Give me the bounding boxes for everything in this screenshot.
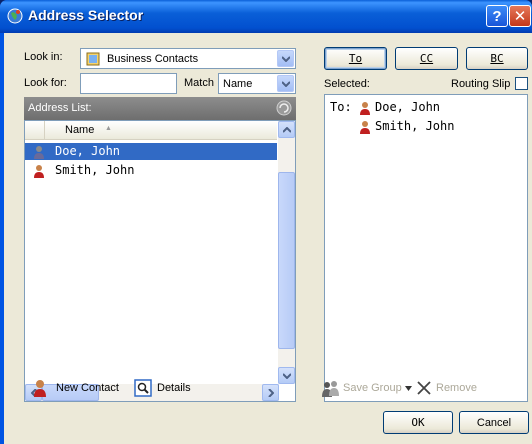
- chevron-down-icon[interactable]: [277, 50, 294, 67]
- scroll-up-icon[interactable]: [278, 121, 295, 138]
- cc-button[interactable]: CC: [395, 47, 458, 70]
- bc-button[interactable]: BC: [466, 47, 528, 70]
- address-book-icon: [86, 52, 100, 66]
- look-in-combo[interactable]: Business Contacts: [80, 48, 296, 69]
- selected-label: Selected:: [324, 78, 370, 90]
- selected-recipient[interactable]: Smith, John: [375, 119, 454, 133]
- contact-person-icon[interactable]: [33, 379, 47, 397]
- look-for-input[interactable]: [80, 73, 177, 94]
- save-group-button[interactable]: Save Group: [343, 382, 402, 394]
- routing-slip-checkbox[interactable]: [515, 77, 528, 90]
- contact-person-icon: [34, 146, 44, 159]
- look-for-label: Look for:: [24, 77, 67, 89]
- match-label: Match: [184, 77, 214, 89]
- window-title: Address Selector: [28, 7, 144, 23]
- chevron-down-icon[interactable]: [277, 75, 294, 92]
- ok-button[interactable]: OK: [383, 411, 453, 434]
- look-in-label: Look in:: [24, 51, 63, 63]
- list-item[interactable]: Smith, John: [25, 162, 277, 179]
- address-list[interactable]: Name ▲ Doe, John Smith, John: [24, 120, 296, 402]
- scroll-right-icon[interactable]: [262, 384, 279, 401]
- globe-icon: [7, 8, 23, 24]
- title-bar[interactable]: Address Selector ? ✕: [0, 0, 532, 33]
- remove-x-icon: [417, 381, 431, 395]
- match-value: Name: [223, 78, 253, 90]
- scroll-down-icon[interactable]: [278, 367, 295, 384]
- address-selector-window: Address Selector ? ✕ Look in: Business C…: [0, 0, 532, 444]
- cancel-button[interactable]: Cancel: [459, 411, 529, 434]
- contact-person-icon: [360, 102, 370, 115]
- contact-person-icon: [360, 121, 370, 134]
- group-icon: [322, 381, 339, 397]
- column-name-label: Name: [65, 124, 95, 136]
- refresh-icon[interactable]: [276, 100, 292, 116]
- selected-recipient[interactable]: Doe, John: [375, 100, 440, 114]
- vertical-scroll-thumb[interactable]: [278, 172, 295, 349]
- details-icon[interactable]: [134, 379, 152, 397]
- details-link[interactable]: Details: [157, 382, 191, 394]
- address-list-header: Address List:: [24, 97, 296, 120]
- sort-indicator-icon: ▲: [105, 125, 112, 132]
- dialog-body: Look in: Business Contacts Look for: Mat…: [4, 33, 532, 444]
- vertical-scrollbar[interactable]: [278, 121, 295, 384]
- chevron-down-icon[interactable]: [405, 386, 412, 391]
- look-in-value: Business Contacts: [107, 53, 199, 65]
- help-button[interactable]: ?: [486, 5, 508, 27]
- selected-recipients-list[interactable]: To: Doe, John Smith, John: [324, 94, 528, 402]
- column-header-name[interactable]: Name ▲: [25, 121, 277, 140]
- to-button[interactable]: To: [324, 47, 387, 70]
- contact-person-icon: [34, 165, 44, 178]
- list-item[interactable]: Doe, John: [25, 143, 277, 160]
- routing-slip-label: Routing Slip: [451, 78, 511, 90]
- remove-button[interactable]: Remove: [436, 382, 477, 394]
- new-contact-link[interactable]: New Contact: [56, 382, 119, 394]
- contact-name: Doe, John: [55, 144, 121, 158]
- match-combo[interactable]: Name: [218, 73, 296, 94]
- contact-name: Smith, John: [55, 163, 135, 177]
- address-list-title: Address List:: [28, 102, 92, 114]
- close-button[interactable]: ✕: [509, 5, 531, 27]
- to-prefix: To:: [330, 100, 352, 114]
